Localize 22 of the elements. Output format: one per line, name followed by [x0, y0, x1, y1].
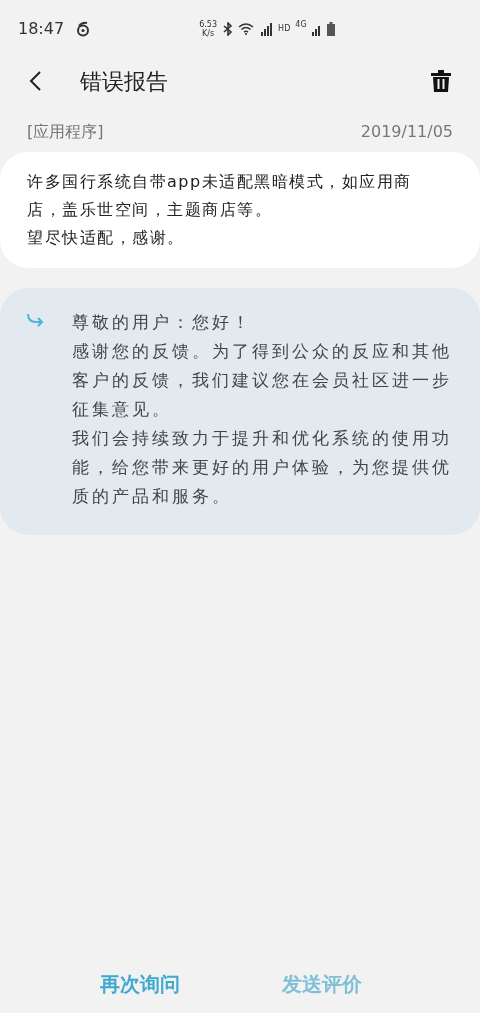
report-date: 2019/11/05 — [360, 121, 453, 143]
network-label: 4G — [295, 19, 307, 31]
reply-text: 尊敬的用户：您好！ — [72, 311, 253, 334]
reply-arrow-icon — [26, 314, 44, 328]
trash-icon — [431, 70, 451, 92]
action-button[interactable]: 再次询问 — [100, 969, 180, 999]
reply-text: 我们会持续致力于提升和优化系统的使用功能，给您带来更好的用户体验，为您提供优质的产品和服务。 — [72, 427, 452, 508]
hd-label: HD — [278, 23, 291, 35]
app-notification-icon — [76, 21, 91, 37]
report-category: [应用程序] — [27, 121, 104, 143]
battery-icon — [326, 22, 335, 36]
network-speed: 6.53 K/s — [198, 20, 218, 38]
reply-text: 感谢您的反馈。为了得到公众的反应和其他客户的反馈，我们建议您在会员社区进一步征集意见。 — [72, 340, 452, 421]
status-time: 18:47 — [18, 18, 65, 40]
report-text: 望尽快适配，感谢。 — [27, 227, 186, 249]
wifi-icon — [238, 23, 255, 35]
page-title: 错误报告 — [80, 67, 168, 96]
report-text: 许多国行系统自带app未适配黑暗模式，如应用商店，盖乐世空间，主题商店等。 — [27, 171, 413, 221]
delete-button[interactable] — [430, 69, 452, 93]
signal-icon — [259, 22, 274, 36]
bluetooth-icon — [223, 22, 234, 36]
back-icon — [28, 70, 42, 92]
